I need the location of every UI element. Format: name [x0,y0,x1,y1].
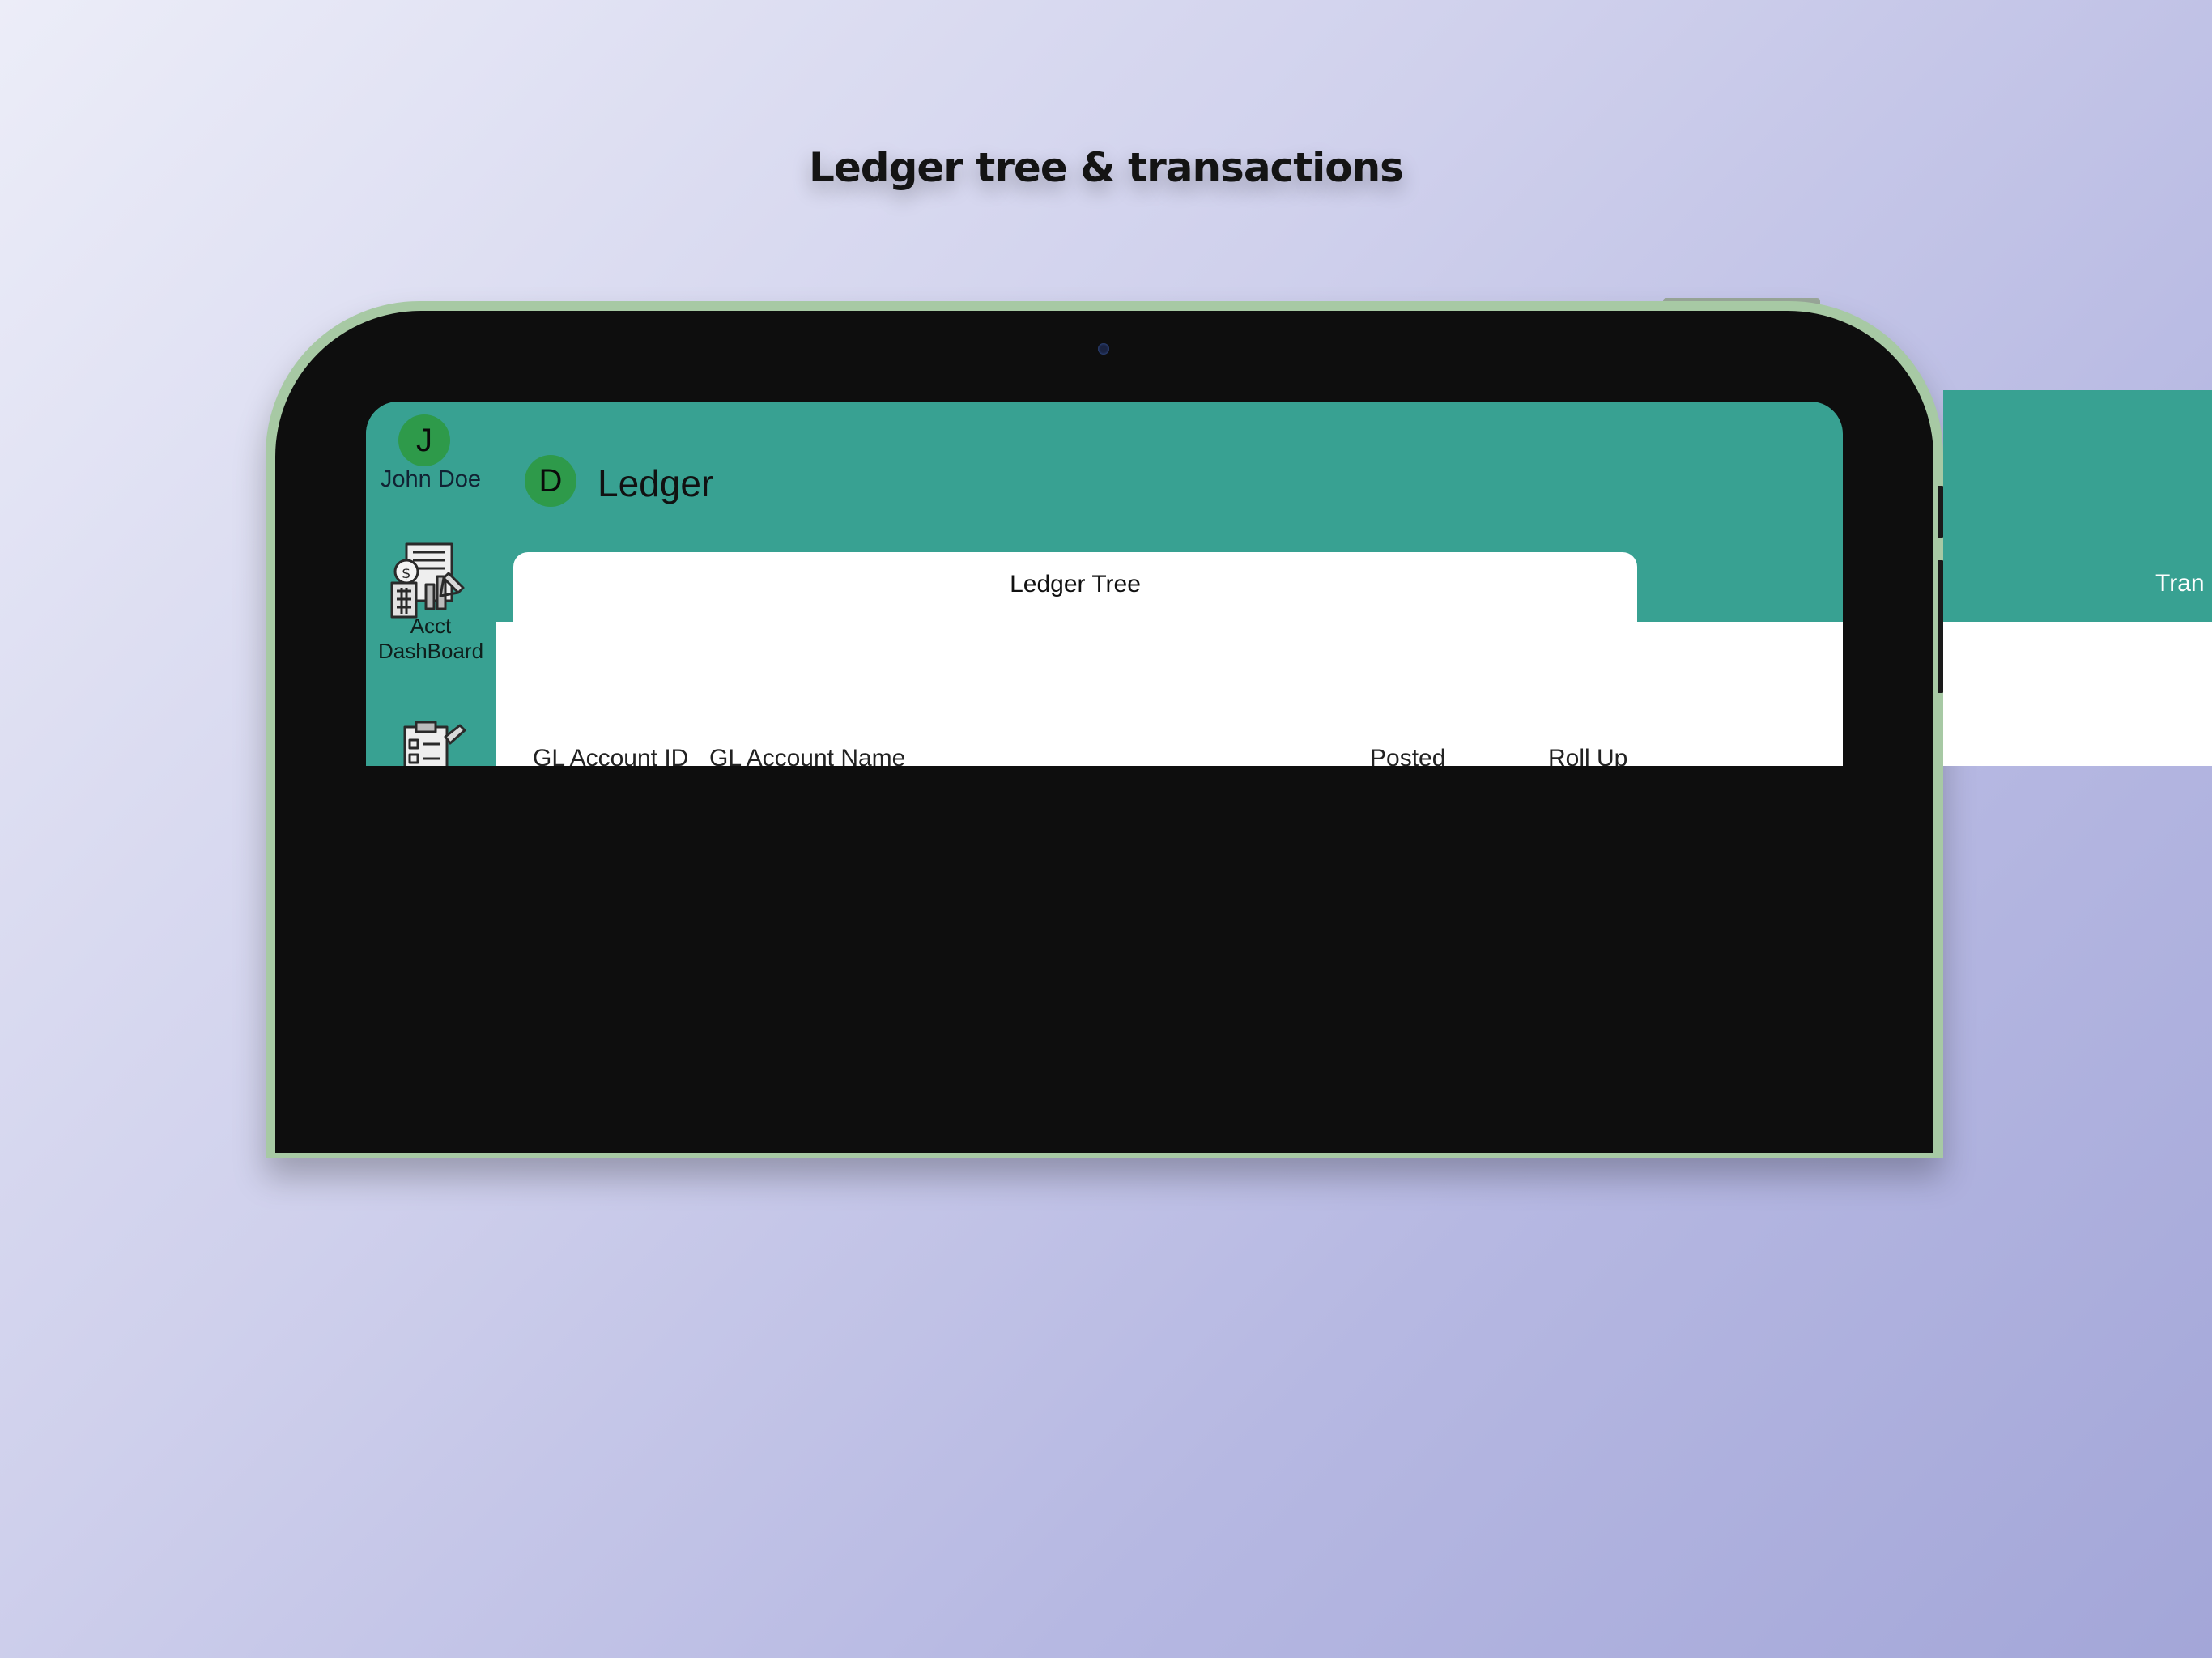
svg-text:$: $ [402,565,410,582]
accounting-dashboard-icon: $ [390,542,465,619]
tab-ledger-tree[interactable]: Ledger Tree [513,552,1637,633]
app-screen: J John Doe $ Acct DashBoard D Ledger Led… [366,402,1843,766]
clipboard-edit-icon [403,721,466,766]
page-headline: Ledger tree & transactions [809,144,1404,191]
sidebar-item-label: Acct [410,614,452,638]
tab-bar-overflow: Tran [1943,390,2212,766]
page-title: Ledger [598,462,714,504]
content-area [496,622,1843,766]
sidebar-item-label: DashBoard [377,639,484,663]
column-header-gl-account-name[interactable]: GL Account Name [709,745,905,766]
content-overflow [1943,622,2212,766]
column-header-roll-up[interactable]: Roll Up [1548,745,1627,766]
column-header-gl-account-id[interactable]: GL Account ID [533,745,688,766]
header-avatar[interactable]: D [525,455,576,507]
column-header-posted[interactable]: Posted [1370,745,1445,766]
camera-icon [1098,343,1109,355]
tab-transactions[interactable]: Tran [2155,570,2205,597]
user-avatar[interactable]: J [398,414,450,466]
user-name: John Doe [380,466,482,492]
sidebar: J John Doe $ Acct DashBoard [366,402,496,766]
